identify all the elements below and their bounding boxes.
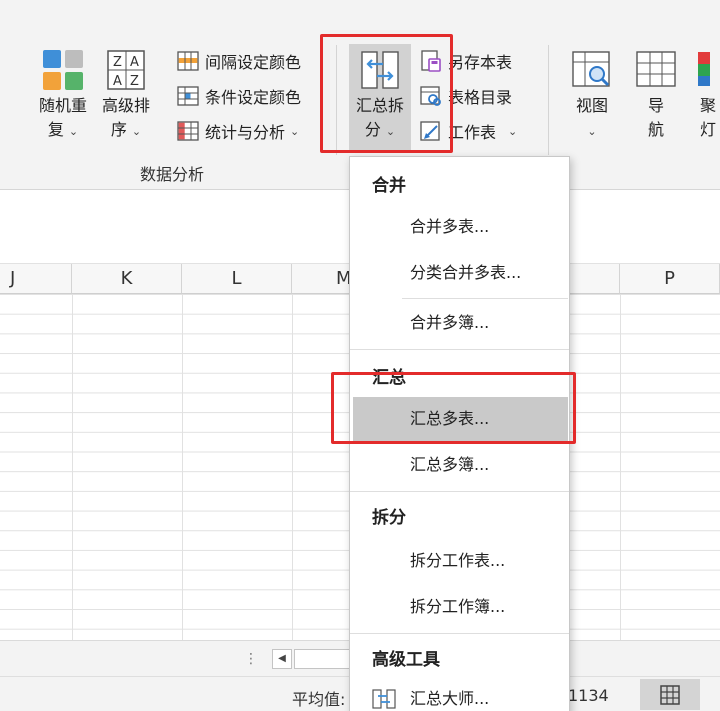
interval-color-label: 间隔设定颜色 <box>205 53 302 72</box>
advanced-sort-button[interactable]: Z A A Z 高级排 序 ⌄ <box>97 48 155 144</box>
menu-divider <box>350 349 569 350</box>
status-average-value: 1134 <box>568 686 609 705</box>
grid-column-line <box>72 294 73 640</box>
chevron-down-icon: ⌄ <box>290 124 300 138</box>
chevron-down-icon: ⌄ <box>587 125 597 138</box>
menu-item-merge-multi-tables[interactable]: 合并多表... <box>350 205 569 249</box>
navigation-label-2: 航 <box>647 120 664 139</box>
interval-color-button[interactable]: 间隔设定颜色 <box>176 48 301 74</box>
table-directory-label: 表格目录 <box>448 88 513 107</box>
column-header-k[interactable]: K <box>72 264 182 294</box>
column-header-j[interactable]: J <box>0 264 72 294</box>
grid-column-line <box>292 294 293 640</box>
column-header-p[interactable]: P <box>620 264 720 294</box>
striped-table-icon <box>177 51 199 71</box>
menu-item-summarize-multi-books[interactable]: 汇总多簿... <box>350 443 569 487</box>
random-duplicate-label-1: 随机重 <box>38 96 87 115</box>
chevron-down-icon: ⌄ <box>68 125 79 138</box>
spotlight-label-1: 聚 <box>700 96 717 115</box>
highlight-box-summarize-tables <box>331 372 576 444</box>
ribbon-separator <box>548 45 549 155</box>
scroll-left-button[interactable]: ◀ <box>272 649 292 669</box>
svg-text:Z: Z <box>113 55 122 70</box>
save-table-label: 另存本表 <box>448 53 513 72</box>
menu-section-merge: 合并 <box>372 176 406 196</box>
menu-item-split-workbook[interactable]: 拆分工作簿... <box>350 585 569 629</box>
svg-text:A: A <box>113 74 122 89</box>
view-label: 视图 <box>575 96 608 115</box>
svg-text:A: A <box>130 55 139 70</box>
column-header-l[interactable]: L <box>182 264 292 294</box>
random-duplicate-button[interactable]: 随机重 复 ⌄ <box>34 48 92 144</box>
splitter-handle[interactable]: ⋮ <box>244 651 258 667</box>
menu-item-merge-multi-books[interactable]: 合并多簿... <box>350 301 569 345</box>
menu-section-split: 拆分 <box>372 508 406 528</box>
summary-master-icon <box>372 689 396 709</box>
menu-item-categorized-merge[interactable]: 分类合并多表... <box>350 251 569 295</box>
color-grid-icon <box>43 50 83 90</box>
grid-column-line <box>182 294 183 640</box>
menu-divider <box>350 633 569 634</box>
navigation-button[interactable]: 导 航 <box>630 48 682 142</box>
horizontal-scroll-track[interactable] <box>294 649 354 669</box>
menu-section-advanced: 高级工具 <box>372 650 440 670</box>
stats-analysis-button[interactable]: 统计与分析 ⌄ <box>176 118 299 144</box>
menu-divider <box>350 491 569 492</box>
view-button[interactable]: 视图 ⌄ <box>566 48 618 144</box>
status-average-label: 平均值: <box>292 690 346 709</box>
normal-view-button[interactable] <box>640 679 700 710</box>
svg-text:Z: Z <box>130 74 139 89</box>
sort-az-icon: Z A A Z <box>107 50 145 90</box>
spotlight-button[interactable]: 聚 灯 <box>696 48 720 142</box>
grid-table-icon <box>636 51 676 87</box>
stats-analysis-label: 统计与分析 <box>205 123 286 142</box>
highlight-box-summary-split <box>320 34 453 153</box>
grid-column-line <box>620 294 621 640</box>
chevron-down-icon: ⌄ <box>131 125 142 138</box>
stats-table-icon <box>177 121 199 141</box>
spotlight-icon <box>698 52 710 86</box>
magnifier-table-icon <box>572 51 610 87</box>
conditional-table-icon <box>177 86 199 106</box>
advanced-sort-label-2: 序 <box>110 120 127 139</box>
menu-item-split-worksheet[interactable]: 拆分工作表... <box>350 539 569 583</box>
random-duplicate-label-2: 复 <box>47 120 64 139</box>
menu-item-summary-master[interactable]: 汇总大师... <box>350 677 569 711</box>
grid-view-icon <box>660 685 680 705</box>
condition-color-button[interactable]: 条件设定颜色 <box>176 83 301 109</box>
summary-master-label: 汇总大师... <box>410 689 490 708</box>
condition-color-label: 条件设定颜色 <box>205 88 302 107</box>
navigation-label-1: 导 <box>647 96 664 115</box>
spotlight-label-2: 灯 <box>700 120 717 139</box>
menu-divider <box>402 298 568 299</box>
worksheet-label: 工作表 <box>448 123 497 142</box>
group-label-data-analysis: 数据分析 <box>140 165 205 184</box>
advanced-sort-label-1: 高级排 <box>101 96 150 115</box>
chevron-down-icon: ⌄ <box>508 124 518 138</box>
